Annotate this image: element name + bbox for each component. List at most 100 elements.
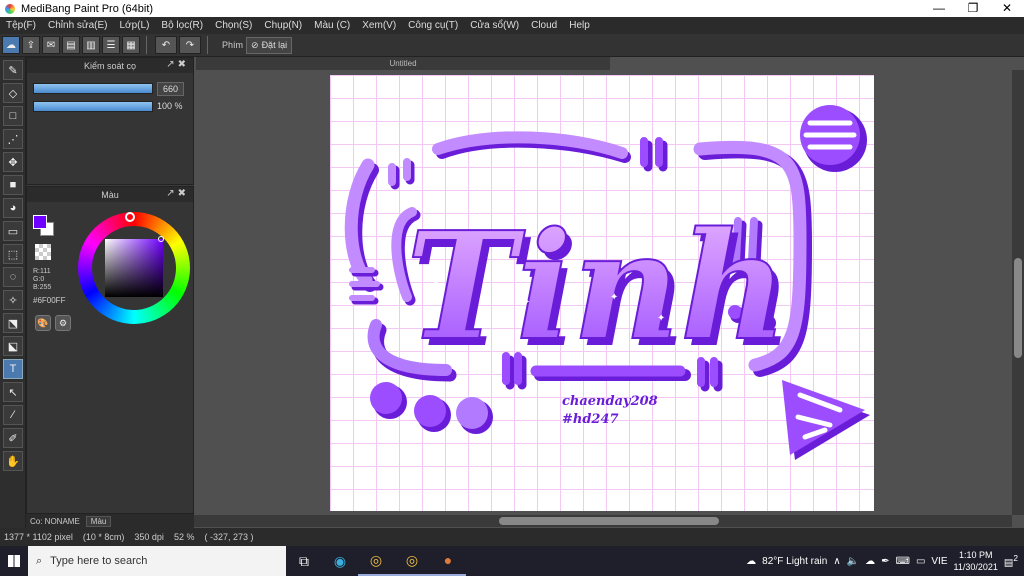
network-icon[interactable]: ☁	[865, 556, 875, 567]
redo-icon[interactable]: ↷	[179, 36, 201, 54]
svg-text:✦: ✦	[657, 313, 665, 324]
brush-size-value[interactable]: 660	[157, 82, 185, 96]
panel-close-icon[interactable]: ↗✖	[166, 188, 189, 199]
artwork: Tinh Tinh ✦✦ ✦ ✦ ✦✦ chaenday208 #hd247	[344, 105, 870, 460]
main-toolbar: ☁ ⇪ ✉ ▤ ▥ ☰ ▦ ↶ ↷ Phím ⊘ Đặt lại	[0, 34, 1024, 57]
menu-window[interactable]: Cửa sổ(W)	[470, 20, 519, 31]
grid-icon[interactable]: ▦	[122, 36, 140, 54]
menu-file[interactable]: Tệp(F)	[6, 20, 36, 31]
select-pen-tool-icon[interactable]: ⬔	[3, 313, 23, 333]
menu-layer[interactable]: Lớp(L)	[120, 20, 150, 31]
menu-edit[interactable]: Chỉnh sửa(E)	[48, 20, 108, 31]
cloud-icon[interactable]: ☁	[2, 36, 20, 54]
fill-shape-tool-icon[interactable]: ■	[3, 175, 23, 195]
maximize-button[interactable]: ❐	[956, 0, 990, 17]
start-button[interactable]	[0, 546, 28, 576]
text-tool-icon[interactable]: T	[3, 359, 23, 379]
panel-header: Kiểm soát cọ ↗✖	[27, 58, 193, 73]
document-tab[interactable]: Untitled	[196, 57, 610, 70]
signature-text: chaenday208	[562, 394, 658, 409]
system-tray: ☁ 82°F Light rain ∧ 🔈 ☁ ✒ ⌨ ▭ VIE 1:10 P…	[746, 546, 1024, 576]
reset-button[interactable]: ⊘ Đặt lại	[246, 36, 293, 54]
eyedropper-tool-icon[interactable]: ⁄	[3, 405, 23, 425]
sv-marker[interactable]	[158, 236, 164, 242]
status-bar: 1377 * 1102 pixel (10 * 8cm) 350 dpi 52 …	[0, 528, 1024, 546]
tool-strip: ✎ ◇ □ ⋰ ✥ ■ ◕ ▭ ⬚ ◌ ✧ ⬔ ⬕ T ↖ ⁄ ✐ ✋	[0, 57, 26, 528]
color-settings-icon[interactable]: ⚙	[55, 315, 71, 331]
display-icon[interactable]: ▭	[916, 556, 925, 567]
clock-date: 11/30/2021	[953, 562, 998, 572]
selection-tool-icon[interactable]: ⬚	[3, 244, 23, 264]
color-tab[interactable]: Màu	[85, 516, 112, 527]
notification-count: 2	[1013, 553, 1018, 564]
gradient-tool-icon[interactable]: ▭	[3, 221, 23, 241]
shortcut-label: Phím	[222, 40, 244, 50]
brush-size-slider[interactable]	[33, 83, 153, 94]
chrome-icon[interactable]: ◎	[358, 546, 394, 576]
pen-icon[interactable]: ✒	[881, 556, 889, 567]
foreground-color-swatch[interactable]	[33, 215, 47, 229]
brush-tool-icon[interactable]: ✎	[3, 60, 23, 80]
chevron-up-icon[interactable]: ∧	[833, 556, 840, 567]
dropper-tool-icon[interactable]: ✐	[3, 428, 23, 448]
toolbar-separator	[207, 36, 208, 54]
title-bar: MediBang Paint Pro (64bit) — ❐ ✕	[0, 0, 1024, 17]
move-tool-icon[interactable]: ✥	[3, 152, 23, 172]
menu-view[interactable]: Xem(V)	[362, 20, 396, 31]
dotted-line-tool-icon[interactable]: ⋰	[3, 129, 23, 149]
horizontal-scrollbar[interactable]	[194, 515, 1012, 527]
undo-icon[interactable]: ↶	[155, 36, 177, 54]
select-eraser-tool-icon[interactable]: ⬕	[3, 336, 23, 356]
chat-icon[interactable]: ▤	[62, 36, 80, 54]
clock[interactable]: 1:10 PM 11/30/2021	[954, 549, 998, 573]
hue-marker[interactable]	[125, 212, 135, 222]
menu-help[interactable]: Help	[569, 20, 590, 31]
green-value: G:0	[33, 276, 45, 283]
volume-icon[interactable]: 🔈	[847, 556, 859, 567]
keyboard-icon[interactable]: ⌨	[896, 556, 910, 567]
brush-opacity-slider[interactable]	[33, 101, 153, 112]
transparent-swatch[interactable]	[35, 244, 51, 260]
vertical-scrollbar[interactable]	[1012, 70, 1024, 515]
lasso-tool-icon[interactable]: ◌	[3, 267, 23, 287]
menu-color[interactable]: Màu (C)	[314, 20, 350, 31]
operation-tool-icon[interactable]: ↖	[3, 382, 23, 402]
document-canvas[interactable]: Tinh Tinh ✦ ✦ ✦ ✦ ✦ ✦ chaenday208 #hd247	[330, 75, 874, 511]
magic-wand-tool-icon[interactable]: ✧	[3, 290, 23, 310]
bucket-tool-icon[interactable]: ◕	[3, 198, 23, 218]
eraser-tool-icon[interactable]: ◇	[3, 83, 23, 103]
medibang-icon[interactable]: ●	[430, 546, 466, 576]
edge-icon[interactable]: ◉	[322, 546, 358, 576]
vertical-scroll-thumb[interactable]	[1014, 258, 1022, 358]
menu-select[interactable]: Chọn(S)	[215, 20, 252, 31]
menu-tools[interactable]: Công cụ(T)	[408, 20, 458, 31]
palette-icon[interactable]: 🎨	[35, 315, 51, 331]
chrome-icon-2[interactable]: ◎	[394, 546, 430, 576]
comment-icon[interactable]: ✉	[42, 36, 60, 54]
menu-capture[interactable]: Chụp(N)	[264, 20, 302, 31]
list-icon[interactable]: ☰	[102, 36, 120, 54]
brush-control-panel: Kiểm soát cọ ↗✖ 660 100 %	[26, 57, 194, 185]
layer-name: Co: NONAME	[30, 517, 80, 526]
menu-filter[interactable]: Bộ lọc(R)	[161, 20, 203, 31]
hue-wheel[interactable]	[78, 212, 190, 324]
weather-text[interactable]: 82°F Light rain	[762, 556, 827, 567]
canvas-dpi: 350 dpi	[134, 532, 164, 542]
upload-icon[interactable]: ⇪	[22, 36, 40, 54]
language-indicator[interactable]: VIE	[931, 556, 947, 567]
hand-tool-icon[interactable]: ✋	[3, 451, 23, 471]
close-button[interactable]: ✕	[990, 0, 1024, 17]
taskbar-search[interactable]: ⌕ Type here to search	[28, 546, 286, 576]
svg-text:✦: ✦	[482, 295, 490, 306]
task-view-icon[interactable]: ⧉	[286, 546, 322, 576]
canvas-area: Untitled Tinh Tinh ✦ ✦ ✦ ✦ ✦ ✦ chaenday2…	[194, 57, 1024, 528]
document-icon[interactable]: ▥	[82, 36, 100, 54]
panel-close-icon[interactable]: ↗✖	[166, 59, 189, 70]
notification-icon[interactable]: ▤2	[1004, 553, 1018, 568]
saturation-value-square[interactable]	[105, 239, 163, 297]
rectangle-tool-icon[interactable]: □	[3, 106, 23, 126]
brush-opacity-value: 100 %	[157, 101, 183, 111]
menu-cloud[interactable]: Cloud	[531, 20, 557, 31]
horizontal-scroll-thumb[interactable]	[499, 517, 719, 525]
minimize-button[interactable]: —	[922, 0, 956, 17]
